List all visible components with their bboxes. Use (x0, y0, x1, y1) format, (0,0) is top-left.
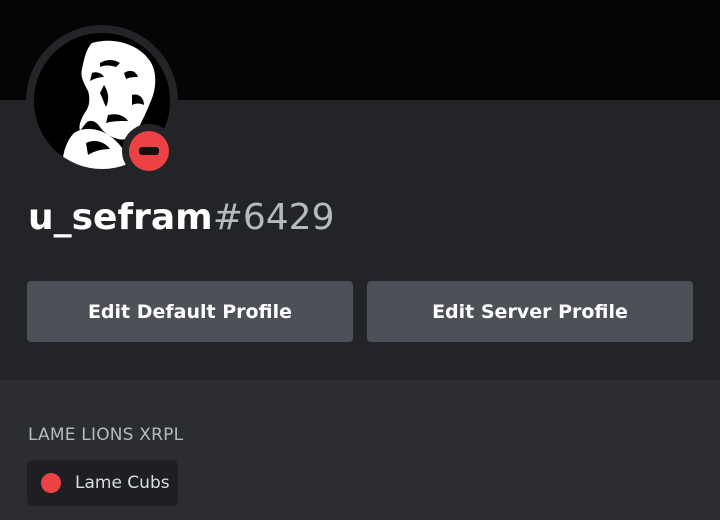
role-color-dot-icon (41, 473, 61, 493)
username-display: u_sefram#6429 (28, 196, 334, 240)
role-chip[interactable]: Lame Cubs (27, 460, 178, 506)
status-indicator[interactable] (122, 124, 176, 178)
role-name: Lame Cubs (75, 473, 170, 493)
do-not-disturb-icon (129, 131, 169, 171)
edit-default-profile-button[interactable]: Edit Default Profile (27, 281, 353, 342)
username: u_sefram (28, 197, 213, 238)
server-name-heading: LAME LIONS XRPL (28, 425, 184, 445)
edit-server-profile-button[interactable]: Edit Server Profile (367, 281, 693, 342)
discriminator: #6429 (212, 197, 335, 238)
status-bar (139, 147, 159, 155)
